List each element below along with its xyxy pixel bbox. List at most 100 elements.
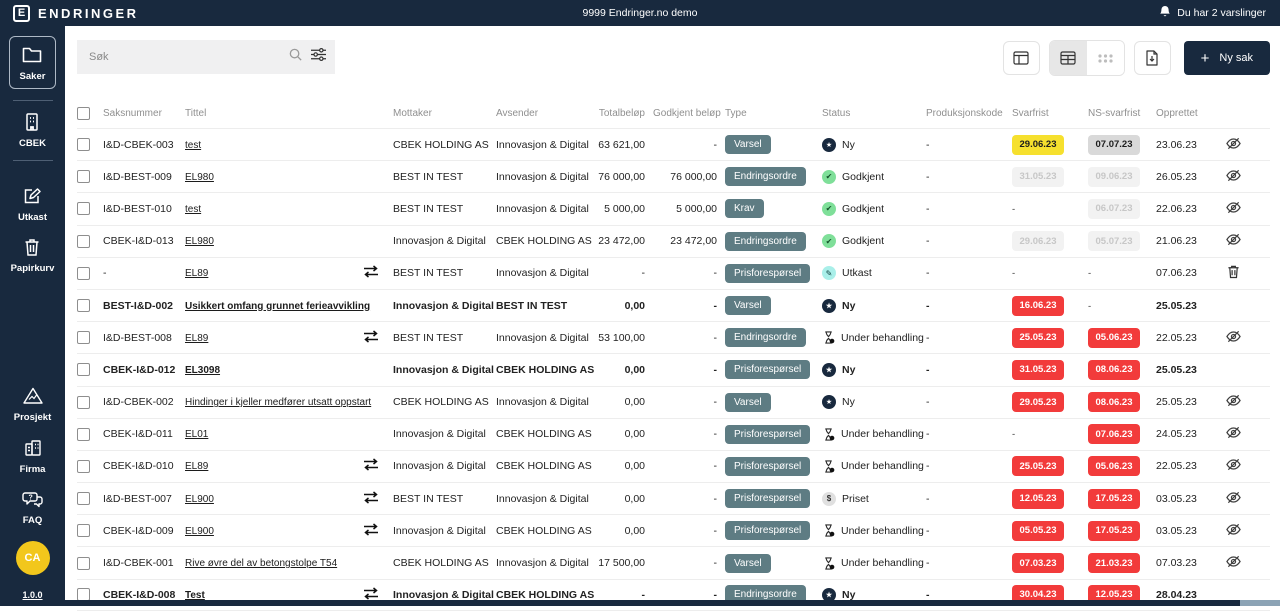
- case-title-link[interactable]: EL900: [185, 526, 214, 537]
- row-checkbox[interactable]: [77, 396, 90, 409]
- approved-amount: -: [653, 589, 725, 601]
- approved-amount: -: [653, 525, 725, 537]
- table-row[interactable]: I&D-CBEK-003 test CBEK HOLDING AS Innova…: [77, 128, 1270, 160]
- case-title-link[interactable]: test: [185, 140, 201, 151]
- sidebar-item-papirkurv[interactable]: Papirkurv: [11, 237, 55, 274]
- eye-off-icon[interactable]: [1225, 554, 1242, 572]
- eye-off-icon[interactable]: [1225, 329, 1242, 347]
- eye-off-icon[interactable]: [1225, 136, 1242, 154]
- eye-off-icon[interactable]: [1225, 168, 1242, 186]
- horizontal-scrollbar[interactable]: [65, 600, 1280, 606]
- export-document-button[interactable]: [1134, 41, 1171, 75]
- table-view-button[interactable]: [1050, 41, 1087, 75]
- row-checkbox[interactable]: [77, 492, 90, 505]
- column-header[interactable]: Tittel: [185, 108, 363, 119]
- eye-off-icon[interactable]: [1225, 457, 1242, 475]
- table-row[interactable]: I&D-BEST-008 EL89 BEST IN TEST Innovasjo…: [77, 321, 1270, 353]
- sidebar-item-faq[interactable]: ? FAQ: [22, 490, 44, 526]
- eye-off-icon[interactable]: [1225, 490, 1242, 508]
- sender: CBEK HOLDING AS: [496, 364, 591, 376]
- table-row[interactable]: I&D-CBEK-002 Hindinger i kjeller medføre…: [77, 386, 1270, 418]
- eye-off-icon[interactable]: [1225, 200, 1242, 218]
- panel-view-button[interactable]: [1003, 41, 1040, 75]
- case-title-link[interactable]: EL3098: [185, 365, 220, 376]
- column-header[interactable]: Produksjonskode: [926, 108, 1012, 119]
- type-badge: Prisforespørsel: [725, 425, 810, 444]
- row-checkbox[interactable]: [77, 267, 90, 280]
- table-row[interactable]: CBEK-I&D-013 EL980 Innovasjon & Digital …: [77, 225, 1270, 257]
- row-checkbox[interactable]: [77, 170, 90, 183]
- case-title-link[interactable]: EL89: [185, 461, 208, 472]
- case-number: CBEK-I&D-013: [103, 235, 185, 247]
- table-row[interactable]: - EL89 BEST IN TEST Innovasjon & Digital…: [77, 257, 1270, 289]
- ns-deadline-badge: 08.06.23: [1088, 360, 1140, 380]
- new-star-icon: ★: [822, 299, 836, 313]
- column-header[interactable]: Saksnummer: [103, 108, 185, 119]
- case-title-link[interactable]: EL900: [185, 494, 214, 505]
- eye-off-icon[interactable]: [1225, 425, 1242, 443]
- new-case-button[interactable]: + Ny sak: [1184, 41, 1270, 75]
- column-header[interactable]: Totalbeløp: [591, 108, 653, 119]
- row-checkbox[interactable]: [77, 460, 90, 473]
- case-title-link[interactable]: Usikkert omfang grunnet ferieavvikling: [185, 301, 370, 312]
- row-checkbox[interactable]: [77, 428, 90, 441]
- row-checkbox[interactable]: [77, 557, 90, 570]
- row-checkbox[interactable]: [77, 299, 90, 312]
- row-checkbox[interactable]: [77, 235, 90, 248]
- row-checkbox[interactable]: [77, 331, 90, 344]
- case-title-link[interactable]: EL89: [185, 268, 208, 279]
- row-checkbox[interactable]: [77, 202, 90, 215]
- table-row[interactable]: CBEK-I&D-012 EL3098 Innovasjon & Digital…: [77, 353, 1270, 385]
- sidebar-item-saker[interactable]: Saker: [9, 36, 57, 89]
- version-link[interactable]: 1.0.0: [22, 590, 42, 600]
- sidebar-item-firma[interactable]: Firma: [20, 438, 46, 475]
- column-header[interactable]: Avsender: [496, 108, 591, 119]
- column-header[interactable]: Opprettet: [1156, 108, 1214, 119]
- swap-cell: [363, 265, 393, 281]
- sidebar-item-cbek[interactable]: CBEK: [19, 112, 46, 149]
- card-view-button[interactable]: [1087, 41, 1124, 75]
- plus-icon: +: [1201, 51, 1210, 66]
- row-checkbox[interactable]: [77, 363, 90, 376]
- column-header[interactable]: Svarfrist: [1012, 108, 1088, 119]
- production-code: -: [926, 396, 1012, 408]
- table-row[interactable]: I&D-BEST-009 EL980 BEST IN TEST Innovasj…: [77, 160, 1270, 192]
- sidebar-item-prosjekt[interactable]: Prosjekt: [14, 386, 52, 423]
- table-row[interactable]: I&D-CBEK-001 Rive øvre del av betongstol…: [77, 546, 1270, 578]
- search-icon[interactable]: [288, 47, 303, 67]
- case-title-link[interactable]: EL980: [185, 236, 214, 247]
- table-row[interactable]: CBEK-I&D-011 EL01 Innovasjon & Digital C…: [77, 418, 1270, 450]
- case-title-link[interactable]: EL980: [185, 172, 214, 183]
- status-label: Under behandling: [841, 460, 924, 472]
- case-title-link[interactable]: Rive øvre del av betongstolpe T54: [185, 558, 337, 569]
- select-all-checkbox[interactable]: [77, 107, 90, 120]
- row-checkbox[interactable]: [77, 524, 90, 537]
- row-checkbox[interactable]: [77, 138, 90, 151]
- table-row[interactable]: I&D-BEST-010 test BEST IN TEST Innovasjo…: [77, 192, 1270, 224]
- filter-icon[interactable]: [310, 47, 327, 67]
- recipient: Innovasjon & Digital: [393, 428, 496, 440]
- column-header[interactable]: NS-svarfrist: [1088, 108, 1156, 119]
- column-header[interactable]: Mottaker: [393, 108, 496, 119]
- production-code: -: [926, 589, 1012, 601]
- case-title-link[interactable]: EL89: [185, 333, 208, 344]
- company-icon: [23, 438, 43, 461]
- table-row[interactable]: CBEK-I&D-010 EL89 Innovasjon & Digital C…: [77, 450, 1270, 482]
- case-title-link[interactable]: test: [185, 204, 201, 215]
- eye-off-icon[interactable]: [1225, 393, 1242, 411]
- table-row[interactable]: BEST-I&D-002 Usikkert omfang grunnet fer…: [77, 289, 1270, 321]
- eye-off-icon[interactable]: [1225, 232, 1242, 250]
- case-title-link[interactable]: Hindinger i kjeller medfører utsatt opps…: [185, 397, 371, 408]
- table-row[interactable]: I&D-BEST-007 EL900 BEST IN TEST Innovasj…: [77, 482, 1270, 514]
- avatar[interactable]: CA: [16, 541, 50, 575]
- column-header[interactable]: Type: [725, 108, 822, 119]
- trash-icon[interactable]: [1227, 264, 1240, 282]
- priced-dollar-icon: $: [822, 492, 836, 506]
- column-header[interactable]: Status: [822, 108, 926, 119]
- eye-off-icon[interactable]: [1225, 522, 1242, 540]
- sidebar-item-utkast[interactable]: Utkast: [18, 186, 47, 223]
- case-title-link[interactable]: EL01: [185, 429, 208, 440]
- scrollbar-thumb[interactable]: [65, 600, 1240, 606]
- table-row[interactable]: CBEK-I&D-009 EL900 Innovasjon & Digital …: [77, 514, 1270, 546]
- column-header[interactable]: Godkjent beløp: [653, 108, 725, 119]
